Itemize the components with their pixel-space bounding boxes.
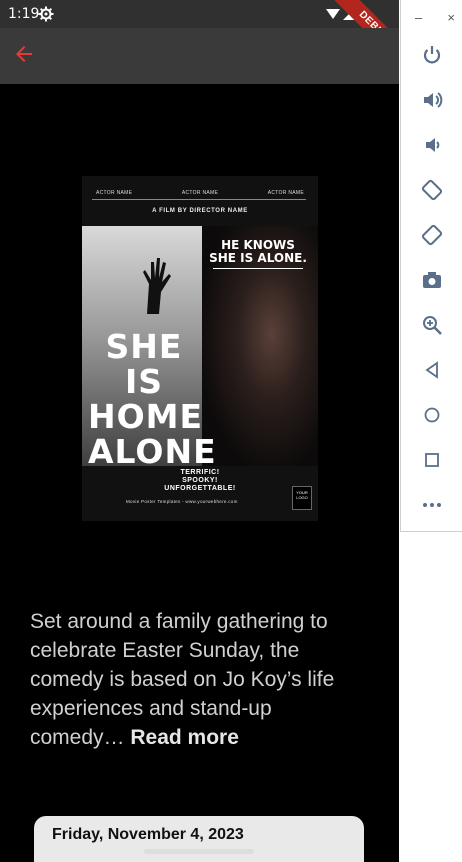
more-icon bbox=[423, 503, 441, 507]
nav-overview-button[interactable] bbox=[419, 447, 445, 473]
rotate-left-button[interactable] bbox=[419, 177, 445, 203]
volume-up-button[interactable] bbox=[419, 87, 445, 113]
poster-tagline-top: HE KNOWS SHE IS ALONE. bbox=[208, 239, 308, 265]
overview-icon bbox=[425, 453, 439, 467]
wifi-icon bbox=[326, 9, 340, 19]
emulator-toolbar: – × bbox=[400, 0, 462, 532]
read-more-link[interactable]: Read more bbox=[130, 726, 239, 749]
actor-name: ACTOR NAME bbox=[267, 190, 304, 196]
actor-name: ACTOR NAME bbox=[96, 190, 133, 196]
hand-silhouette bbox=[143, 258, 171, 314]
divider bbox=[92, 199, 306, 200]
nav-home-button[interactable] bbox=[419, 402, 445, 428]
home-icon bbox=[424, 407, 440, 423]
title-line: HOME bbox=[88, 397, 204, 436]
minimize-button[interactable]: – bbox=[415, 10, 422, 30]
tagline-line: TERRIFIC! bbox=[180, 469, 220, 476]
power-icon bbox=[423, 46, 441, 64]
movie-poster: ACTOR NAME ACTOR NAME ACTOR NAME A FILM … bbox=[82, 176, 318, 521]
film-by-text: A FILM BY DIRECTOR NAME bbox=[152, 208, 248, 214]
volume-down-button[interactable] bbox=[419, 132, 445, 158]
rotate-right-button[interactable] bbox=[419, 222, 445, 248]
actor-name: ACTOR NAME bbox=[181, 190, 219, 196]
date-text: Friday, November 4, 2023 bbox=[52, 826, 244, 843]
home-indicator[interactable] bbox=[144, 849, 254, 854]
divider bbox=[213, 268, 303, 269]
poster-credits: Movie Poster Templates - www.yourwebhere… bbox=[126, 499, 238, 504]
nav-back-button[interactable] bbox=[419, 357, 445, 383]
tagline-line: SHE IS ALONE. bbox=[209, 251, 307, 265]
actor-names: ACTOR NAME ACTOR NAME ACTOR NAME bbox=[96, 190, 304, 196]
close-button[interactable]: × bbox=[447, 10, 455, 30]
camera-icon bbox=[423, 272, 441, 288]
window-controls: – × bbox=[415, 10, 455, 30]
movie-description: Set around a family gathering to celebra… bbox=[30, 607, 370, 752]
status-time: 1:19 bbox=[8, 6, 40, 22]
back-icon bbox=[425, 361, 438, 379]
tagline-line: SPOOKY! bbox=[182, 477, 218, 484]
arrow-back-icon bbox=[16, 46, 32, 62]
status-bar: 1:19 DEBUG bbox=[0, 0, 399, 73]
app-bar bbox=[0, 28, 399, 84]
settings-gear-icon bbox=[38, 6, 54, 27]
more-button[interactable] bbox=[419, 492, 445, 518]
power-button[interactable] bbox=[419, 42, 445, 68]
volume-up-icon bbox=[424, 92, 443, 108]
poster-logo: YOUR LOGO bbox=[292, 486, 312, 510]
back-button[interactable] bbox=[12, 42, 44, 70]
rotate-right-icon bbox=[421, 224, 443, 246]
phone-screen: 1:19 DEBUG ACTOR NAME ACTOR NAME ACTOR N… bbox=[0, 0, 399, 862]
rotate-left-icon bbox=[421, 179, 443, 201]
logo-line: LOGO bbox=[296, 495, 308, 500]
date-card[interactable]: Friday, November 4, 2023 bbox=[34, 816, 364, 862]
zoom-button[interactable] bbox=[419, 312, 445, 338]
zoom-in-icon bbox=[423, 316, 442, 335]
poster-title: SHE IS HOME ALONE bbox=[88, 327, 217, 471]
volume-down-icon bbox=[426, 138, 440, 152]
title-line: ALONE bbox=[88, 432, 217, 471]
poster-tagline: TERRIFIC! SPOOKY! UNFORGETTABLE! bbox=[158, 469, 242, 493]
title-line: SHE IS bbox=[105, 327, 183, 401]
screenshot-button[interactable] bbox=[419, 267, 445, 293]
tagline-line: UNFORGETTABLE! bbox=[164, 485, 236, 492]
